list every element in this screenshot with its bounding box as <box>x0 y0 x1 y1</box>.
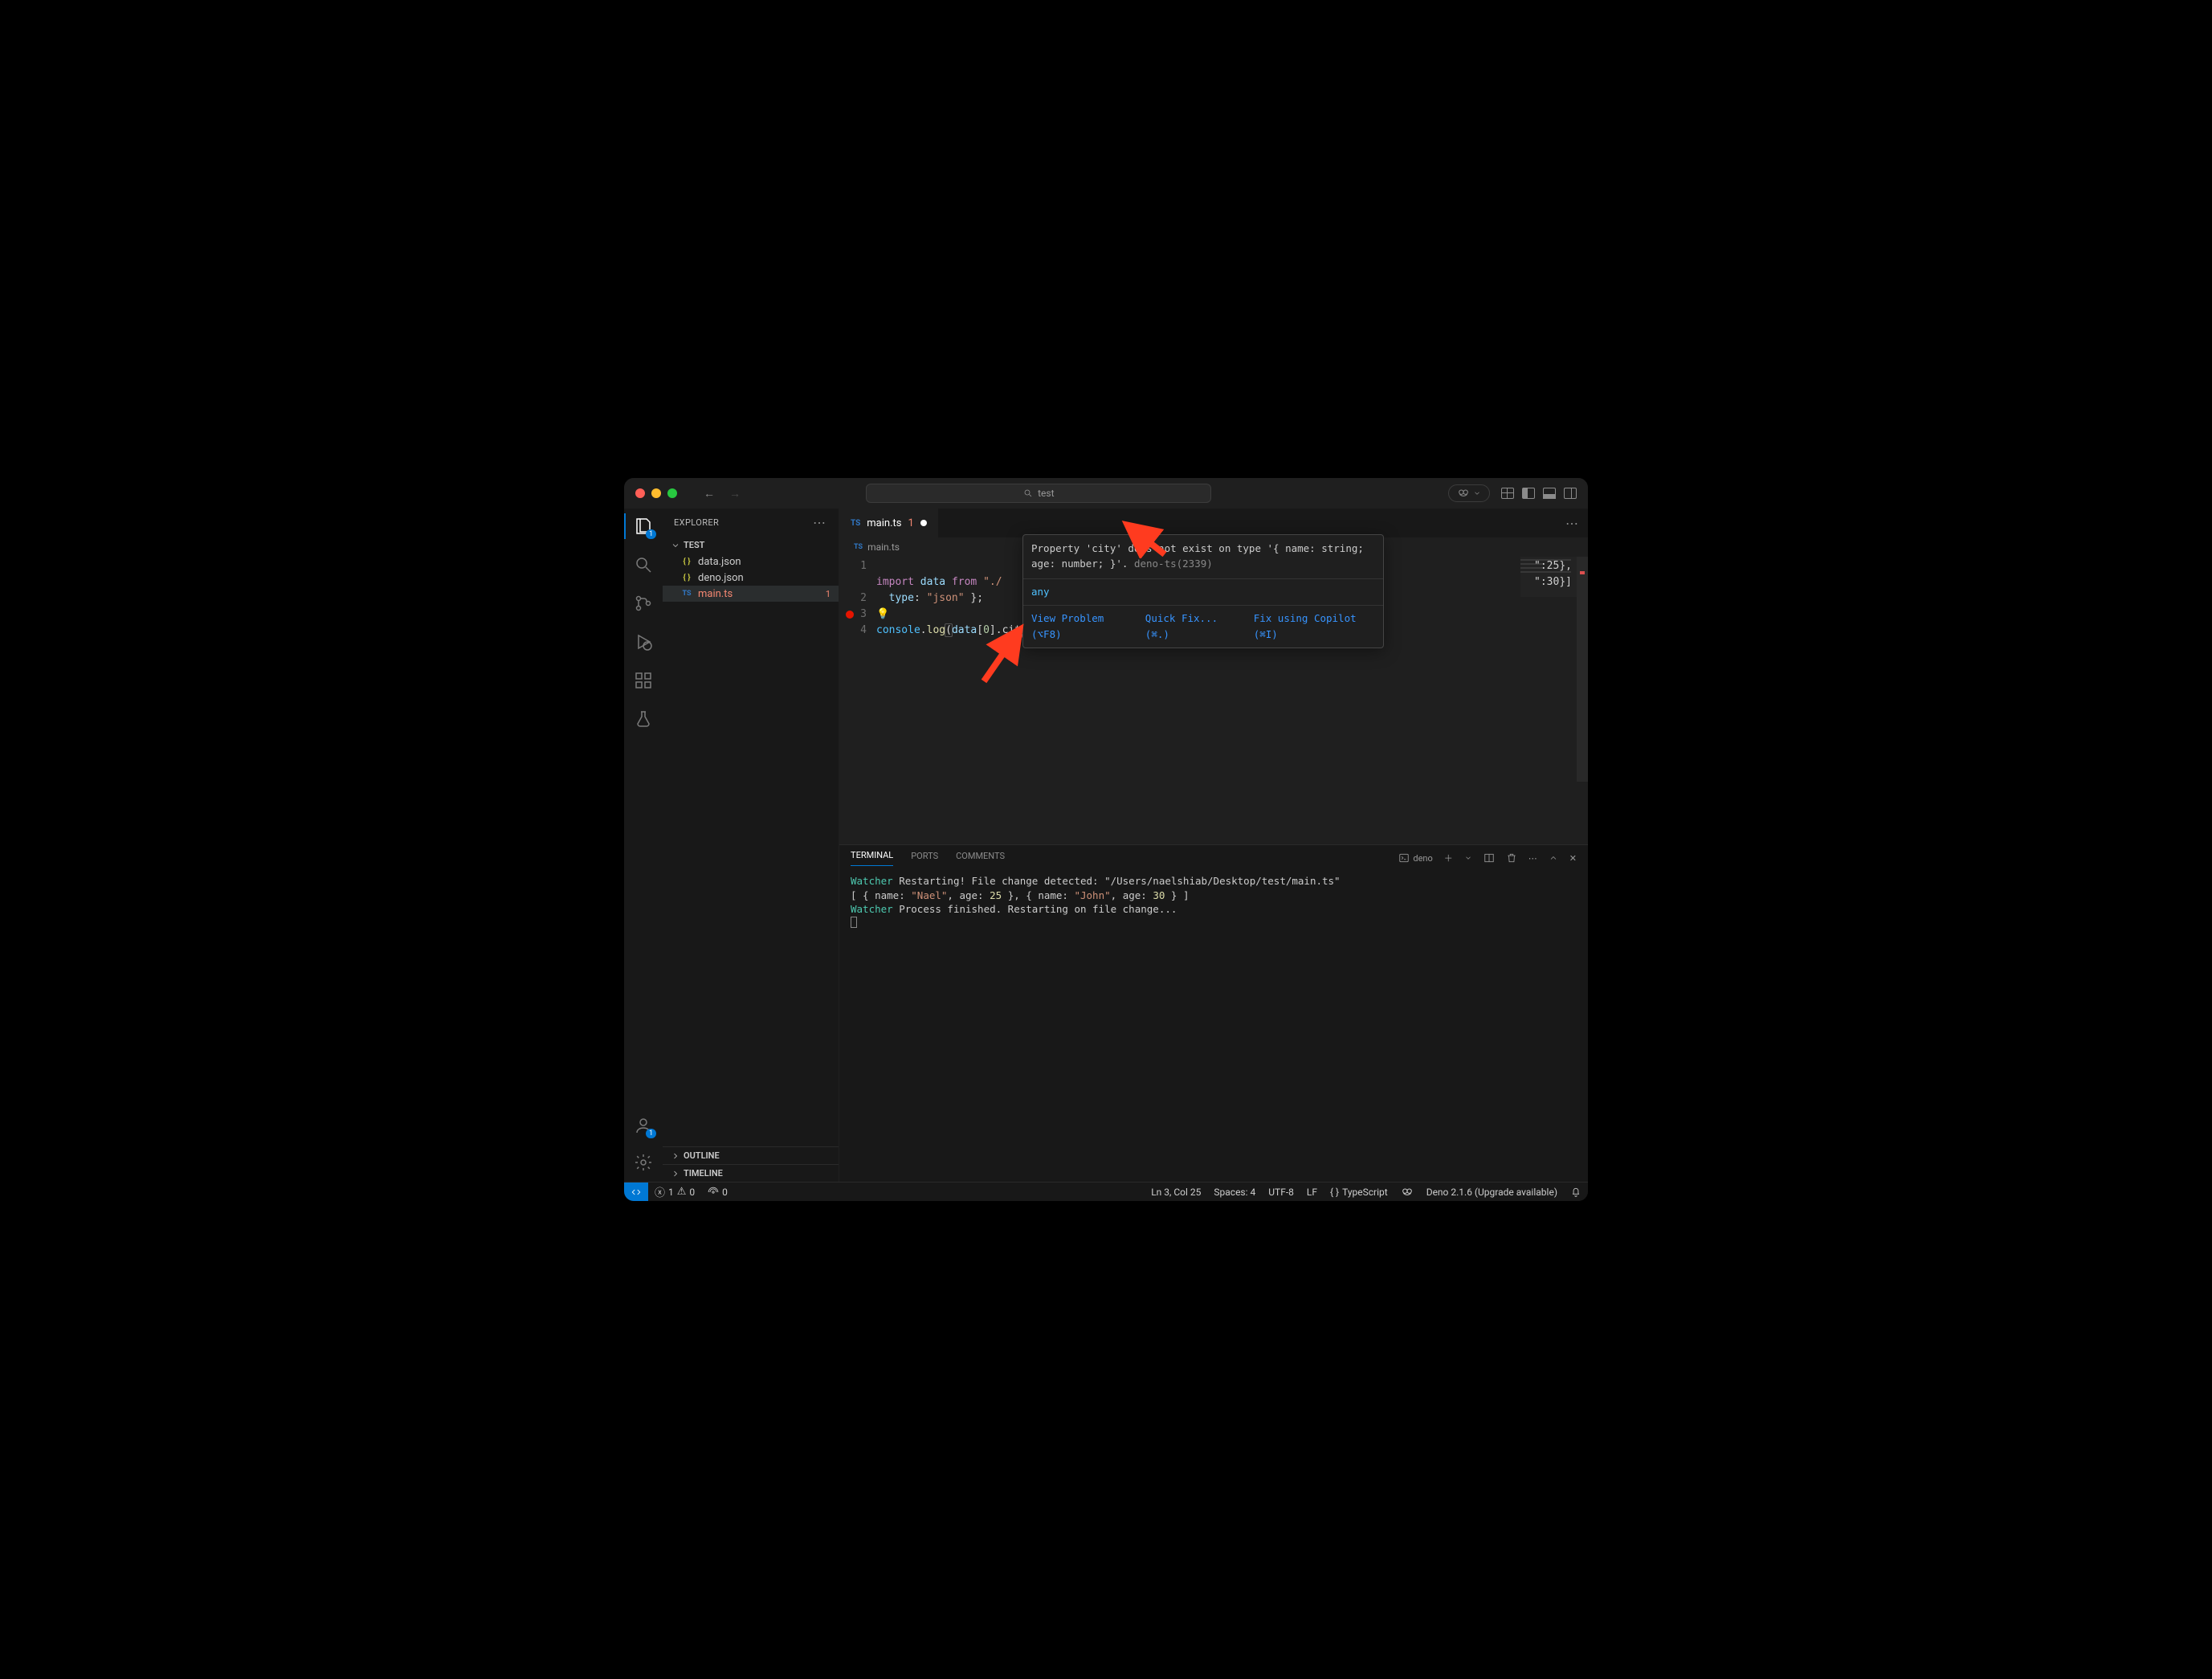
status-problems[interactable]: ⓧ1 ⚠0 <box>648 1184 701 1199</box>
explorer-sidebar: EXPLORER ⋯ TEST { } data.json { } deno.j… <box>663 509 839 1182</box>
account-badge: 1 <box>646 1129 656 1138</box>
hover-type: any <box>1023 578 1383 605</box>
file-item-data-json[interactable]: { } data.json <box>663 554 839 570</box>
panel-more-icon[interactable]: ⋯ <box>1528 853 1537 864</box>
activity-extensions[interactable] <box>632 669 655 692</box>
tab-filename: main.ts <box>867 517 901 529</box>
file-name: deno.json <box>698 572 744 584</box>
hover-view-problem[interactable]: View Problem (⌥F8) <box>1031 611 1131 643</box>
status-language[interactable]: { }TypeScript <box>1324 1186 1394 1199</box>
remote-indicator[interactable] <box>624 1183 648 1201</box>
activity-search[interactable] <box>632 554 655 576</box>
breadcrumb-file: main.ts <box>867 541 900 553</box>
explorer-badge: 1 <box>646 529 656 539</box>
hover-message-2: age: number; }'. <box>1031 558 1128 570</box>
peek-data: ":25}, ":30}] <box>1534 558 1572 590</box>
status-encoding[interactable]: UTF-8 <box>1262 1186 1300 1199</box>
status-cursor[interactable]: Ln 3, Col 25 <box>1145 1186 1207 1199</box>
window-controls <box>635 488 677 498</box>
activity-source-control[interactable] <box>632 592 655 615</box>
terminal-profile[interactable]: deno <box>1398 852 1432 864</box>
annotation-arrow-bottom <box>976 621 1032 685</box>
terminal-output[interactable]: Watcher Restarting! File change detected… <box>839 871 1588 1182</box>
line-gutter: 1 2 3 4 <box>839 558 876 844</box>
folder-name: TEST <box>684 540 704 550</box>
ts-icon: TS <box>854 543 863 551</box>
vscode-window: ← → test 1 <box>624 478 1588 1201</box>
status-notifications[interactable] <box>1564 1186 1588 1199</box>
titlebar: ← → test <box>624 478 1588 509</box>
outline-section[interactable]: OUTLINE <box>663 1146 839 1164</box>
maximize-window[interactable] <box>667 488 677 498</box>
panel-chevron-up-icon[interactable] <box>1549 853 1558 863</box>
nav-back-icon[interactable]: ← <box>700 487 719 500</box>
folder-root[interactable]: TEST <box>663 537 839 554</box>
code-editor[interactable]: 1 2 3 4 import data from "./ type: "json… <box>839 557 1588 844</box>
trash-icon[interactable] <box>1506 852 1517 864</box>
activity-debug[interactable] <box>632 631 655 653</box>
status-indent[interactable]: Spaces: 4 <box>1207 1186 1262 1199</box>
error-hover-tooltip: Property 'city' does not exist on type '… <box>1022 534 1384 648</box>
bottom-panel: TERMINAL PORTS COMMENTS deno ＋ ⋯ <box>839 844 1588 1182</box>
activity-settings[interactable] <box>632 1151 655 1174</box>
panel-tabs: TERMINAL PORTS COMMENTS deno ＋ ⋯ <box>839 845 1588 871</box>
layout-grid-icon[interactable] <box>1501 488 1514 499</box>
toggle-sidebar-icon[interactable] <box>1522 488 1535 499</box>
annotation-arrow-top <box>1120 518 1169 558</box>
close-window[interactable] <box>635 488 645 498</box>
command-center-search[interactable]: test <box>866 484 1211 503</box>
file-error-count: 1 <box>826 589 831 599</box>
file-name: data.json <box>698 556 741 568</box>
activity-bar: 1 1 <box>624 509 663 1182</box>
file-item-deno-json[interactable]: { } deno.json <box>663 570 839 586</box>
status-bar: ⓧ1 ⚠0 0 Ln 3, Col 25 Spaces: 4 UTF-8 LF … <box>624 1182 1588 1201</box>
status-deno[interactable]: Deno 2.1.6 (Upgrade available) <box>1420 1186 1564 1199</box>
split-terminal-icon[interactable] <box>1484 852 1495 864</box>
hover-source: deno-ts(2339) <box>1128 558 1212 570</box>
panel-tab-comments[interactable]: COMMENTS <box>956 851 1005 866</box>
terminal-cursor <box>851 917 857 928</box>
json-icon: { } <box>680 555 693 568</box>
file-item-main-ts[interactable]: TS main.ts 1 <box>663 586 839 602</box>
status-ports[interactable]: 0 <box>701 1187 734 1198</box>
activity-account[interactable]: 1 <box>632 1114 655 1137</box>
error-glyph-icon <box>846 611 854 619</box>
tab-more-icon[interactable]: ⋯ <box>1565 516 1578 531</box>
hover-message-1: Property 'city' does not exist on type '… <box>1031 542 1364 554</box>
explorer-title: EXPLORER <box>674 517 719 528</box>
hover-fix-copilot[interactable]: Fix using Copilot (⌘I) <box>1254 611 1375 643</box>
new-terminal-icon[interactable]: ＋ <box>1444 852 1453 864</box>
scrollbar-thumb[interactable] <box>1577 557 1588 782</box>
file-name: main.ts <box>698 588 733 600</box>
hover-quick-fix[interactable]: Quick Fix... (⌘.) <box>1145 611 1239 643</box>
chevron-down-icon <box>1473 489 1481 497</box>
panel-close-icon[interactable]: ✕ <box>1569 853 1577 864</box>
lightbulb-icon[interactable]: 💡 <box>876 608 889 620</box>
ts-icon: TS <box>851 519 860 528</box>
status-eol[interactable]: LF <box>1300 1186 1324 1199</box>
status-copilot[interactable] <box>1394 1186 1420 1199</box>
nav-forward-icon[interactable]: → <box>725 487 745 500</box>
search-text: test <box>1038 488 1054 499</box>
toggle-panel-icon[interactable] <box>1543 488 1556 499</box>
tab-main-ts[interactable]: TS main.ts 1 <box>839 509 939 537</box>
editor-main: TS main.ts 1 ⋯ TS main.ts 1 2 <box>839 509 1588 1182</box>
minimize-window[interactable] <box>651 488 661 498</box>
editor-scrollbar[interactable] <box>1577 557 1588 844</box>
timeline-section[interactable]: TIMELINE <box>663 1164 839 1182</box>
panel-tab-ports[interactable]: PORTS <box>911 851 938 866</box>
toggle-secondary-icon[interactable] <box>1564 488 1577 499</box>
copilot-status[interactable] <box>1448 484 1490 502</box>
dirty-indicator-icon <box>920 520 927 526</box>
editor-tabs: TS main.ts 1 ⋯ <box>839 509 1588 537</box>
ts-icon: TS <box>680 587 693 600</box>
json-icon: { } <box>680 571 693 584</box>
tab-problem-count: 1 <box>908 517 913 529</box>
activity-testing[interactable] <box>632 708 655 730</box>
copilot-icon <box>1457 487 1470 500</box>
chevron-down-icon[interactable] <box>1464 854 1472 862</box>
panel-tab-terminal[interactable]: TERMINAL <box>851 850 893 866</box>
activity-explorer[interactable]: 1 <box>632 515 655 537</box>
explorer-more-icon[interactable]: ⋯ <box>813 515 827 530</box>
